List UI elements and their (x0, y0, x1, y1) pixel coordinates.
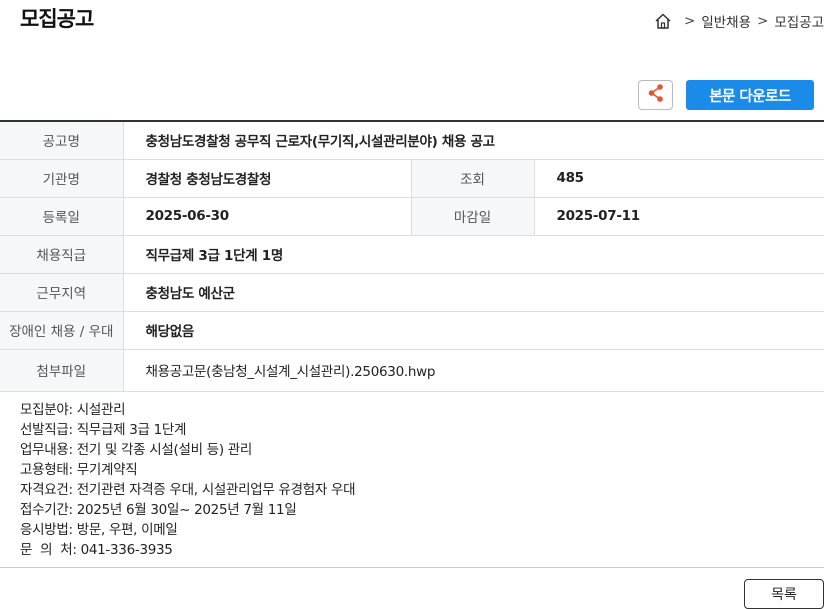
region-label: 근무지역 (0, 273, 124, 312)
body-line: 응시방법: 방문, 우편, 이메일 (20, 522, 178, 538)
body-line: 모집분야: 시설관리 (20, 402, 126, 418)
home-icon[interactable] (654, 12, 672, 30)
deadline-label: 마감일 (411, 197, 535, 236)
breadcrumb-separator: > (757, 13, 769, 29)
reg-date-label: 등록일 (0, 197, 124, 236)
body-line: 자격요건: 전기관련 자격증 우대, 시설관리업무 유경험자 우대 (20, 482, 356, 498)
list-button[interactable]: 목록 (744, 579, 824, 609)
share-icon (647, 83, 665, 107)
table-row: 장애인 채용 / 우대 해당없음 (0, 311, 824, 350)
divider (0, 567, 824, 568)
region-value: 충청남도 예산군 (123, 273, 824, 312)
body-line: 선발직급: 직무급제 3급 1단계 (20, 422, 187, 438)
table-row: 채용직급 직무급제 3급 1단계 1명 (0, 235, 824, 274)
page-title: 모집공고 (20, 7, 94, 31)
table-row: 첨부파일 채용공고문(충남청_시설계_시설관리).250630.hwp (0, 349, 824, 392)
notice-body: 모집분야: 시설관리 선발직급: 직무급제 3급 1단계 업무내용: 전기 및 … (20, 400, 355, 560)
disabled-value: 해당없음 (123, 311, 824, 350)
agency-value: 경찰청 충청남도경찰청 (123, 159, 412, 198)
reg-date-value: 2025-06-30 (123, 197, 412, 236)
agency-label: 기관명 (0, 159, 124, 198)
body-line: 문 의 처: 041-336-3935 (20, 542, 173, 558)
views-label: 조회 (411, 159, 535, 198)
share-button[interactable] (638, 80, 673, 110)
breadcrumb: > 일반채용 > 모집공고 (654, 11, 824, 31)
views-value: 485 (534, 159, 824, 198)
attachment-link[interactable]: 채용공고문(충남청_시설계_시설관리).250630.hwp (123, 349, 824, 392)
deadline-value: 2025-07-11 (534, 197, 824, 236)
body-line: 고용형태: 무기계약직 (20, 462, 138, 478)
table-row: 근무지역 충청남도 예산군 (0, 273, 824, 312)
table-row: 등록일 2025-06-30 마감일 2025-07-11 (0, 197, 824, 236)
breadcrumb-separator: > (684, 13, 696, 29)
grade-value: 직무급제 3급 1단계 1명 (123, 235, 824, 274)
notice-info-table: 공고명 충청남도경찰청 공무직 근로자(무기직,시설관리분야) 채용 공고 기관… (0, 120, 824, 392)
table-row: 공고명 충청남도경찰청 공무직 근로자(무기직,시설관리분야) 채용 공고 (0, 121, 824, 160)
download-button[interactable]: 본문 다운로드 (686, 80, 814, 110)
title-value: 충청남도경찰청 공무직 근로자(무기직,시설관리분야) 채용 공고 (123, 121, 824, 160)
body-line: 접수기간: 2025년 6월 30일~ 2025년 7월 11일 (20, 502, 297, 518)
breadcrumb-item-notice[interactable]: 모집공고 (774, 11, 824, 31)
attachment-label: 첨부파일 (0, 349, 124, 392)
breadcrumb-item-general[interactable]: 일반채용 (701, 11, 751, 31)
title-label: 공고명 (0, 121, 124, 160)
body-line: 업무내용: 전기 및 각종 시설(설비 등) 관리 (20, 442, 253, 458)
disabled-label: 장애인 채용 / 우대 (0, 311, 124, 350)
table-row: 기관명 경찰청 충청남도경찰청 조회 485 (0, 159, 824, 198)
grade-label: 채용직급 (0, 235, 124, 274)
